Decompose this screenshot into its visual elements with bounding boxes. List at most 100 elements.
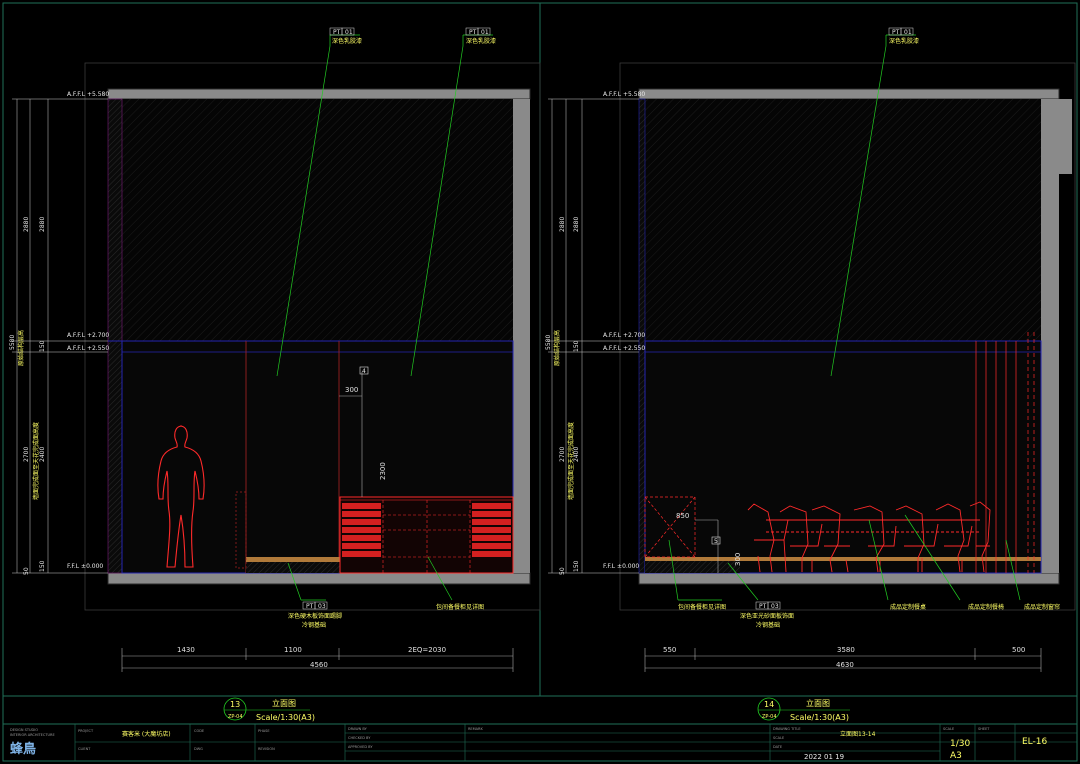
tag-box: 5 bbox=[714, 538, 718, 545]
vdim-50: 50 bbox=[559, 567, 566, 575]
callout-code: PT bbox=[759, 603, 767, 610]
level-mark-floor: F.F.L ±0.000 bbox=[67, 563, 103, 570]
svg-text:PROJECT: PROJECT bbox=[78, 729, 94, 733]
dim-2300: 2300 bbox=[379, 462, 387, 480]
dim-850: 850 bbox=[676, 512, 689, 520]
drawing-scale: 1/30 bbox=[950, 739, 970, 749]
callout-text: 深色乳胶漆 bbox=[332, 37, 362, 45]
dim-300: 300 bbox=[734, 553, 742, 566]
svg-text:SCALE: SCALE bbox=[773, 736, 784, 740]
dim-total: 4560 bbox=[310, 661, 328, 669]
svg-text:PHASE: PHASE bbox=[258, 729, 270, 733]
view-scale: Scale/1:30(A3) bbox=[256, 713, 315, 722]
dim-1430: 1430 bbox=[177, 646, 195, 654]
svg-text:REMARK: REMARK bbox=[468, 727, 483, 731]
note-structure-height: 原始结构层高 bbox=[553, 330, 561, 366]
vdim-150b: 150 bbox=[573, 560, 580, 572]
note-finish-height: 墙面完成面至天花完成面高度 bbox=[567, 422, 575, 500]
callout-line2: 冷钢基础 bbox=[302, 621, 326, 629]
ceiling-slab bbox=[107, 88, 531, 100]
floor-slab bbox=[638, 572, 1060, 585]
callout-num: 01 bbox=[904, 29, 912, 36]
elevation-14: 850 5 300 A.F.F.L +5.580 A.F.F.L +2.700 … bbox=[545, 27, 1072, 722]
svg-text:SHEET: SHEET bbox=[978, 727, 990, 731]
vdim-5580: 5580 bbox=[545, 335, 552, 350]
upper-void bbox=[108, 99, 513, 341]
callout-top-right: PT 01 深色乳胶漆 bbox=[465, 27, 496, 45]
callout-bottom-5: 成品定制窗帘 bbox=[1024, 603, 1060, 611]
dim-300: 300 bbox=[345, 386, 358, 394]
sheet-number: EL-16 bbox=[1022, 737, 1048, 747]
tag-box: 4 bbox=[362, 368, 366, 375]
left-strip bbox=[107, 98, 123, 574]
callout-code: PT bbox=[306, 603, 314, 610]
floor-slab bbox=[107, 572, 531, 585]
callout-line2: 冷钢基础 bbox=[756, 621, 780, 629]
project-name: 赛客米 (大魔坊店) bbox=[122, 730, 171, 738]
view-sheet: ZP-04 bbox=[762, 714, 777, 720]
dim-2eq: 2EQ=2030 bbox=[408, 646, 446, 654]
issue-date: 2022 01 19 bbox=[804, 753, 844, 761]
wall-face bbox=[644, 340, 1042, 574]
paper-size: A3 bbox=[950, 751, 962, 761]
vdim-5580: 5580 bbox=[9, 335, 16, 350]
dim-total: 4630 bbox=[836, 661, 854, 669]
callout-line1: 深色硬木板饰面踢脚 bbox=[288, 612, 342, 620]
dim-3580: 3580 bbox=[837, 646, 855, 654]
note-finish-height: 墙面完成面至天花完成面高度 bbox=[32, 422, 40, 500]
callout-code: PT bbox=[892, 29, 900, 36]
dim-500: 500 bbox=[1012, 646, 1025, 654]
callout-text: 深色乳胶漆 bbox=[466, 37, 496, 45]
callout-num: 03 bbox=[771, 603, 779, 610]
level-mark-wall: A.F.F.L +2.550 bbox=[603, 345, 645, 352]
vdim-50: 50 bbox=[23, 567, 30, 575]
title-block: DESIGN STUDIO INTERIOR ARCHITECTURE 蜂鳥 P… bbox=[10, 724, 1077, 761]
svg-text:CLIENT: CLIENT bbox=[78, 747, 91, 751]
svg-text:DRAWING TITLE: DRAWING TITLE bbox=[773, 727, 801, 731]
svg-text:SCALE: SCALE bbox=[943, 727, 954, 731]
baseboard bbox=[645, 557, 1041, 561]
vdim-2880a: 2880 bbox=[559, 217, 566, 232]
svg-text:DRAWN BY: DRAWN BY bbox=[348, 727, 368, 731]
callout-code: PT bbox=[333, 29, 341, 36]
view-name: 立面图 bbox=[272, 698, 296, 708]
callout-top-left: PT 01 深色乳胶漆 bbox=[329, 27, 362, 45]
view-name: 立面图 bbox=[806, 698, 830, 708]
svg-text:REVISION: REVISION bbox=[258, 747, 275, 751]
vdim-2880a: 2880 bbox=[23, 217, 30, 232]
svg-text:APPROVED BY: APPROVED BY bbox=[348, 745, 373, 749]
vdim-150: 150 bbox=[39, 340, 46, 352]
note-structure-height: 原始结构层高 bbox=[17, 330, 25, 366]
callout-bottom-3: 成品定制餐桌 bbox=[890, 603, 926, 611]
svg-text:DWG: DWG bbox=[194, 747, 203, 751]
level-mark-ceiling: A.F.F.L +2.700 bbox=[603, 332, 645, 339]
sideboard bbox=[339, 496, 514, 574]
vdim-2880b: 2880 bbox=[39, 217, 46, 232]
callout-num: 01 bbox=[481, 29, 489, 36]
callout-line1: 深色亚光砂面板饰面 bbox=[740, 612, 794, 620]
vdim-2400: 2400 bbox=[39, 447, 46, 462]
company-logo: 蜂鳥 bbox=[10, 741, 36, 757]
svg-text:DATE: DATE bbox=[773, 745, 782, 749]
view-title-13: 13 ZP-04 立面图 Scale/1:30(A3) bbox=[223, 697, 315, 722]
dim-1100: 1100 bbox=[284, 646, 302, 654]
callout-code: PT bbox=[469, 29, 477, 36]
view-scale: Scale/1:30(A3) bbox=[790, 713, 849, 722]
elevation-13: 300 2300 4 A.F.F.L +5.580 A.F.F.L +2.700… bbox=[9, 27, 531, 722]
level-mark-top: A.F.F.L +5.580 bbox=[603, 91, 645, 98]
view-number: 13 bbox=[230, 700, 240, 709]
callout-bottom-4: 成品定制餐椅 bbox=[968, 603, 1004, 611]
view-title-14: 14 ZP-04 立面图 Scale/1:30(A3) bbox=[757, 697, 850, 722]
level-mark-wall: A.F.F.L +2.550 bbox=[67, 345, 109, 352]
callout-bottom-1: 包间备餐柜见详图 bbox=[678, 603, 726, 611]
baseboard bbox=[246, 557, 340, 562]
upper-void bbox=[639, 99, 1041, 341]
svg-text:INTERIOR ARCHITECTURE: INTERIOR ARCHITECTURE bbox=[10, 733, 55, 737]
callout-bottom-2: PT 03 深色亚光砂面板饰面 冷钢基础 bbox=[740, 601, 794, 629]
callout-bottom-right: 包间备餐柜见详图 bbox=[436, 603, 484, 611]
callout-bottom-left: PT 03 深色硬木板饰面踢脚 冷钢基础 bbox=[288, 601, 342, 629]
callout-num: 03 bbox=[318, 603, 326, 610]
dim-550: 550 bbox=[663, 646, 676, 654]
view-sheet: ZP-04 bbox=[228, 714, 243, 720]
callout-top: PT 01 深色乳胶漆 bbox=[888, 27, 919, 45]
